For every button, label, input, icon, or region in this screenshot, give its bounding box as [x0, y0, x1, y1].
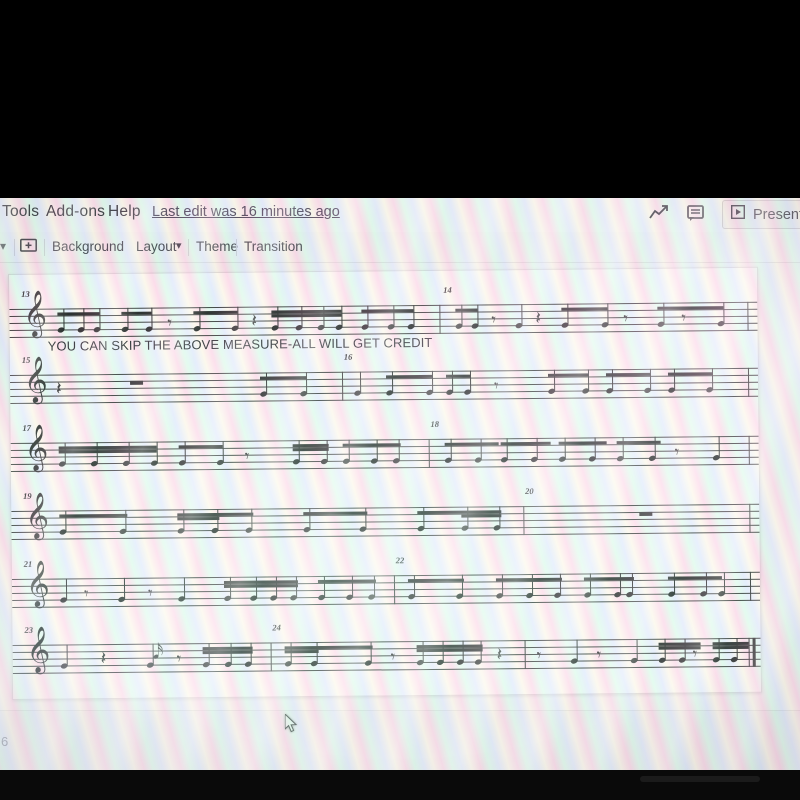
explore-icon[interactable] [648, 203, 670, 228]
toolbar-divider-1 [14, 239, 15, 256]
treble-clef-6: 𝄞 [26, 626, 51, 673]
layout-caret-icon[interactable]: ▾ [176, 239, 182, 252]
measure-number-20: 20 [525, 485, 534, 497]
screen-bezel-glint [640, 776, 760, 782]
music-staff-5: 21 22 𝄞 𝄾 𝄾 [11, 555, 761, 608]
music-staff-2: 15 16 𝄞 𝄽 𝄾 [9, 352, 759, 404]
music-staff-1: 13 14 𝄞 𝄾 𝄽 𝄾 𝄽 𝄾 𝄾 [9, 285, 758, 338]
toolbar-divider-2 [44, 239, 45, 256]
music-staff-4: 19 20 𝄞 [11, 486, 760, 540]
treble-clef-5: 𝄞 [25, 560, 50, 607]
toolbar-background[interactable]: Background [52, 239, 124, 254]
letterbox-bottom [0, 770, 800, 800]
menu-bar: Tools Add-ons Help Last edit was 16 minu… [0, 198, 800, 232]
slide-annotation-text: YOU CAN SKIP THE ABOVE MEASURE-ALL WILL … [47, 334, 433, 354]
music-staff-3: 17 18 𝄞 𝄾 𝄾 [10, 419, 759, 472]
toolbar-divider-3 [188, 239, 189, 256]
measure-number-24: 24 [272, 622, 281, 633]
measure-number-16: 16 [343, 351, 353, 362]
treble-clef-4: 𝄞 [25, 492, 50, 539]
letterbox-top [0, 0, 800, 198]
toolbar-transition[interactable]: Transition [244, 239, 303, 254]
menu-tools[interactable]: Tools [2, 203, 39, 221]
slide-number-label: 6 [1, 734, 9, 749]
slides-toolbar: ▾ Background Layout ▾ Theme Transition [0, 232, 800, 263]
menu-add-ons[interactable]: Add-ons [46, 203, 105, 221]
music-staff-6: 23 24 𝄞 𝄽 𝅘𝅥𝅯 𝄾 𝄾 𝄽 𝄾 𝄾 𝄾 [12, 622, 761, 674]
measure-number-14: 14 [443, 284, 452, 295]
slides-bottom-bar [0, 710, 800, 770]
treble-clef-1: 𝄞 [23, 290, 48, 337]
screenshot-root: Tools Add-ons Help Last edit was 16 minu… [0, 0, 800, 800]
toolbar-layout[interactable]: Layout [136, 239, 177, 254]
measure-number-18: 18 [430, 418, 440, 429]
present-label: Present [753, 206, 800, 223]
measure-number-22: 22 [395, 555, 405, 566]
toolbar-theme[interactable]: Theme [196, 239, 238, 254]
menu-help[interactable]: Help [108, 203, 141, 221]
toolbar-overflow-caret[interactable]: ▾ [0, 239, 6, 253]
new-slide-icon[interactable] [20, 238, 37, 256]
comment-icon[interactable] [686, 203, 706, 228]
treble-clef-2: 𝄞 [23, 356, 48, 403]
last-edit-link[interactable]: Last edit was 16 minutes ago [152, 204, 340, 220]
photographed-screen: Tools Add-ons Help Last edit was 16 minu… [0, 198, 800, 770]
slide-canvas[interactable]: 13 14 𝄞 𝄾 𝄽 𝄾 𝄽 𝄾 𝄾 YOU CAN SKIP THE ABO… [8, 266, 763, 700]
present-play-icon [730, 204, 746, 224]
present-button[interactable]: Present [722, 200, 800, 229]
toolbar-divider-4 [236, 239, 237, 256]
treble-clef-3: 𝄞 [24, 424, 49, 471]
